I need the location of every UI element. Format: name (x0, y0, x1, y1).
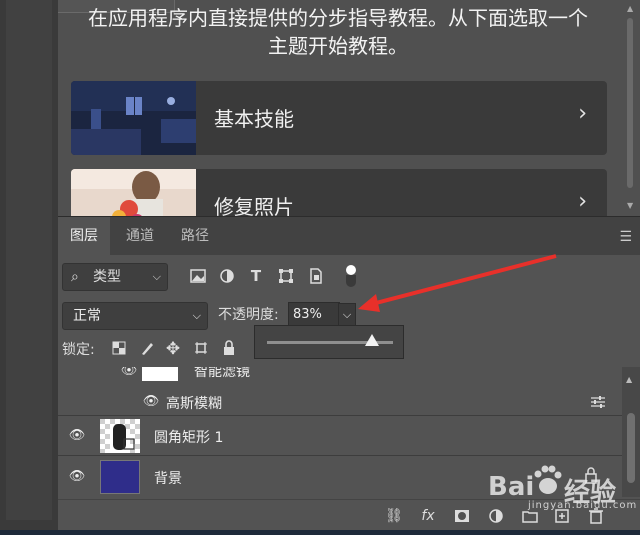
tab-paths[interactable]: 路径 (169, 217, 221, 255)
lock-all-icon[interactable] (220, 339, 238, 357)
toggle-knob (346, 265, 356, 275)
layer-thumbnail (100, 419, 140, 453)
lock-position-icon[interactable]: ✥ (164, 339, 182, 359)
layer-name: 背景 (154, 471, 182, 487)
layer-name: 智能滤镜 (194, 367, 250, 380)
panel-menu-icon[interactable]: ☰ (619, 229, 632, 245)
opacity-slider-popup (254, 325, 404, 359)
bedroom-thumbnail (71, 81, 196, 155)
lock-artboard-icon[interactable] (192, 339, 210, 357)
left-dock (0, 0, 59, 535)
tutorial-card-label: 基本技能 (214, 107, 294, 131)
fx-icon[interactable]: fx (418, 506, 438, 526)
opacity-dropdown-button[interactable]: ⌵ (338, 303, 356, 327)
eye-icon[interactable]: 👁 (68, 469, 86, 484)
tutorial-card-label: 修复照片 (214, 195, 294, 216)
blend-mode-select[interactable]: 正常 ⌵ (62, 302, 208, 330)
filter-kind-select[interactable]: ⌕ 类型 ⌵ (62, 263, 168, 291)
watermark-url: jingyan.baidu.com (528, 500, 638, 511)
chevron-down-icon: ⌵ (152, 270, 161, 283)
search-icon: ⌕ (71, 269, 79, 285)
shape-filter-icon[interactable] (276, 266, 296, 286)
smart-object-filter-icon[interactable] (306, 266, 326, 286)
tutorial-card-basic-skills[interactable]: 基本技能 › (71, 81, 607, 155)
flowers-thumbnail (71, 169, 196, 216)
layer-row-rounded-rect[interactable]: 👁 圆角矩形 1 (58, 415, 622, 456)
watermark-text-left: Bai (488, 472, 535, 502)
layer-row-smart-filters[interactable]: 👁 智能滤镜 (58, 367, 622, 389)
layer-filter-row: ⌕ 类型 ⌵ T (58, 263, 640, 293)
layer-row-gaussian-blur[interactable]: 👁 高斯模糊 (58, 389, 622, 415)
tab-channels[interactable]: 通道 (114, 217, 166, 255)
filter-blending-options-icon[interactable] (590, 395, 606, 409)
baidu-jingyan-watermark: Bai 经验 jingyan.baidu.com (488, 458, 638, 520)
smart-filter-mask-thumbnail (142, 367, 178, 381)
left-dock-inner (6, 0, 52, 520)
type-filter-icon[interactable]: T (246, 266, 266, 286)
learn-intro-line2: 主题开始教程。 (268, 34, 408, 58)
lock-transparent-pixels-icon[interactable] (110, 339, 128, 357)
tab-layers[interactable]: 图层 (58, 217, 110, 255)
panel-tabs: 图层 通道 路径 ☰ (58, 217, 640, 255)
toggle-rail (346, 275, 356, 287)
image-filter-icon[interactable] (188, 266, 208, 286)
scroll-up-icon[interactable]: ▲ (626, 375, 632, 384)
eye-icon[interactable]: 👁 (68, 428, 86, 443)
blend-mode-value: 正常 (73, 308, 101, 324)
tutorial-card-fix-photos[interactable]: 修复照片 › (71, 169, 607, 216)
opacity-slider-thumb[interactable] (364, 334, 379, 346)
bottom-edge (0, 530, 640, 535)
lock-image-pixels-icon[interactable] (138, 339, 156, 357)
scroll-down-icon[interactable]: ▼ (627, 201, 633, 210)
learn-panel: 在应用程序内直接提供的分步指导教程。从下面选取一个 主题开始教程。 基本技能 › (58, 0, 640, 216)
layer-name: 高斯模糊 (166, 396, 222, 412)
chevron-down-icon: ⌵ (192, 309, 201, 322)
learn-scrollbar[interactable]: ▲ ▼ (626, 0, 634, 216)
mask-icon[interactable] (452, 506, 472, 526)
adjustment-filter-icon[interactable] (217, 266, 237, 286)
learn-intro-line1: 在应用程序内直接提供的分步指导教程。从下面选取一个 (88, 6, 588, 30)
filter-toggle[interactable] (346, 265, 356, 287)
scroll-thumb[interactable] (627, 18, 633, 188)
scroll-up-icon[interactable]: ▲ (627, 4, 633, 13)
eye-icon[interactable]: 👁 (142, 394, 160, 409)
link-layers-icon[interactable]: ⛓ (384, 506, 404, 526)
background-layer-thumbnail (100, 460, 140, 494)
layer-name: 圆角矩形 1 (154, 430, 224, 446)
chevron-right-icon: › (578, 189, 587, 214)
filter-kind-value: 类型 (93, 269, 121, 285)
chevron-right-icon: › (578, 101, 587, 126)
lock-label: 锁定: (62, 342, 95, 358)
eye-icon[interactable]: 👁 (120, 367, 138, 378)
baidu-paw-logo (534, 465, 562, 494)
